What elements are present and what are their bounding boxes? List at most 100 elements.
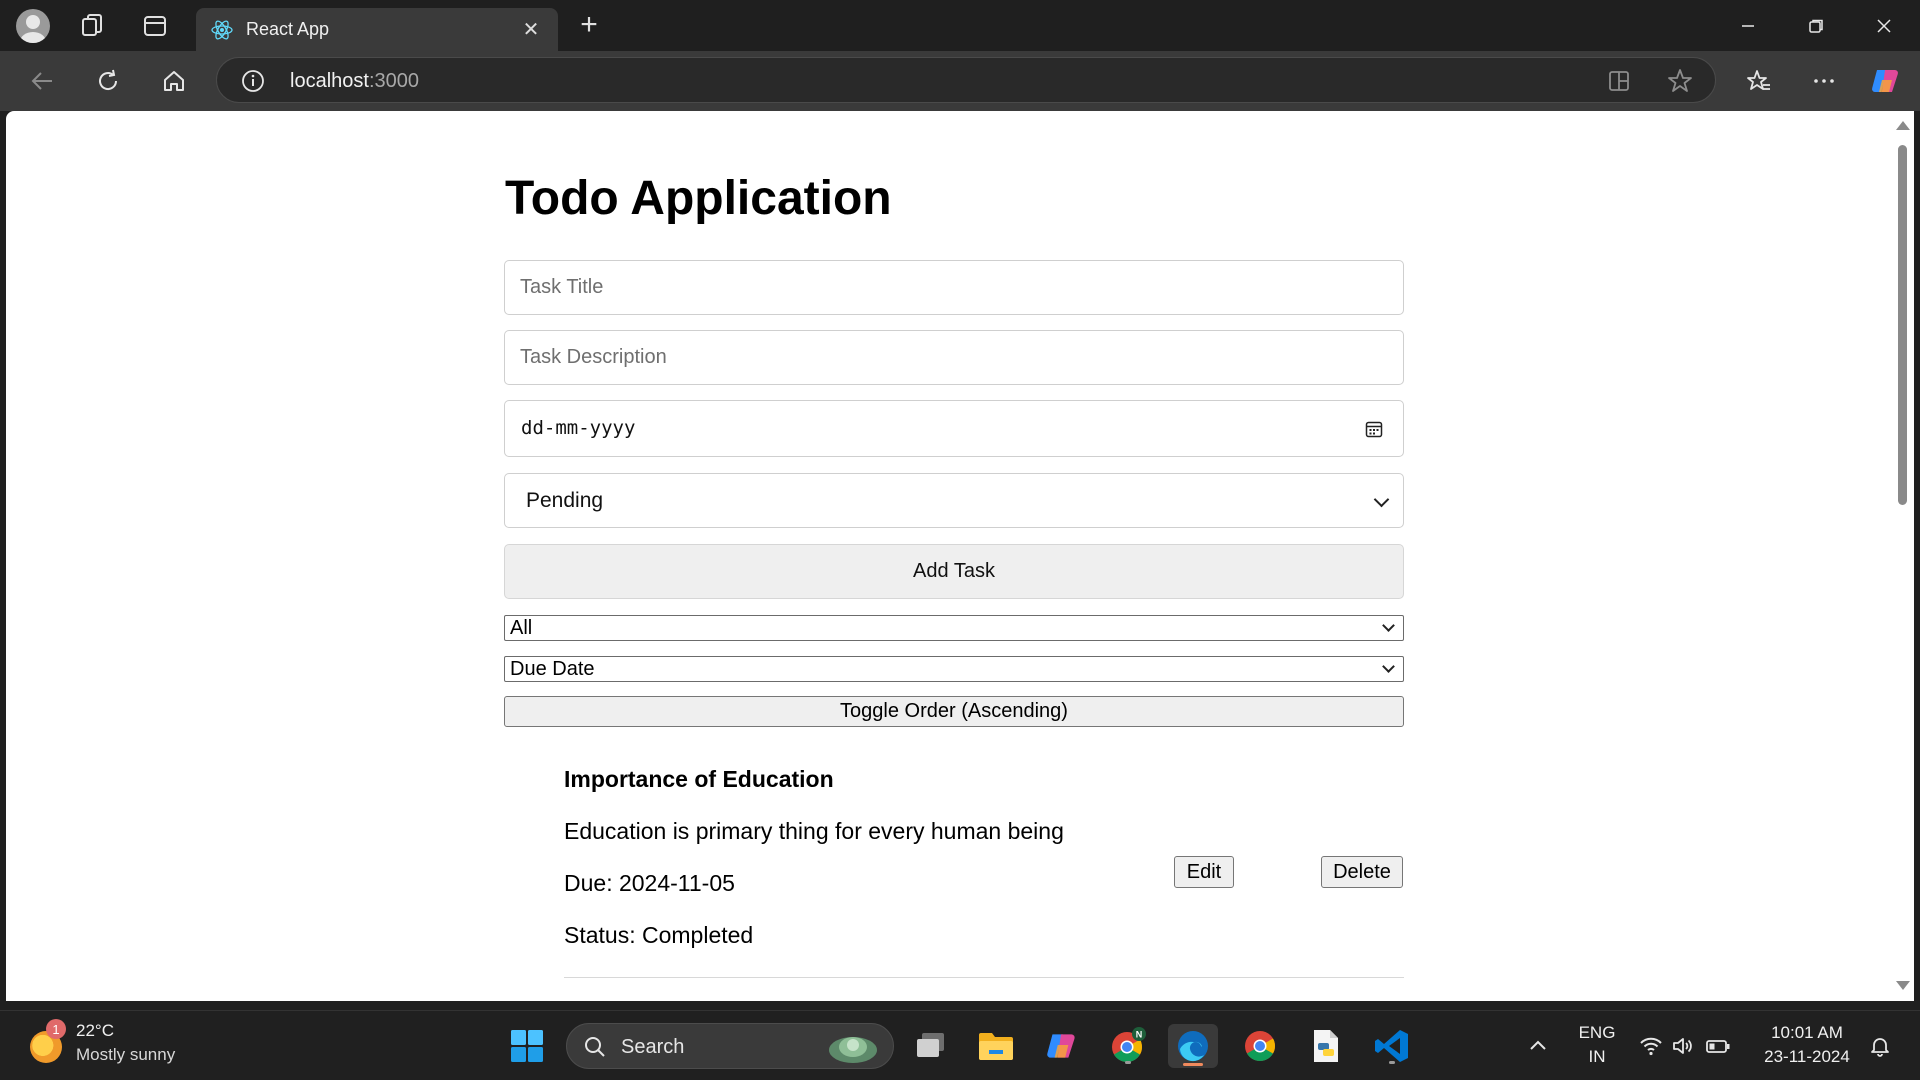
chrome-icon: N (1112, 1027, 1146, 1063)
task-title-input[interactable]: Task Title (504, 260, 1404, 315)
chrome-icon (1245, 1031, 1276, 1062)
due-date-placeholder: dd-mm-yyyy (521, 417, 636, 439)
copilot-icon (1872, 70, 1898, 92)
windows-logo-icon (511, 1030, 543, 1062)
task-description-input[interactable]: Task Description (504, 330, 1404, 385)
favorites-button[interactable] (1735, 57, 1783, 105)
notepad-python-button[interactable] (1304, 1024, 1348, 1068)
profile-button[interactable] (3, 0, 63, 51)
scroll-up-arrow-icon[interactable] (1896, 121, 1910, 130)
task-description: Education is primary thing for every hum… (564, 818, 1064, 844)
status-filter-value: All (510, 617, 533, 639)
file-explorer-button[interactable] (974, 1024, 1018, 1068)
favorites-icon (1747, 70, 1770, 90)
favorite-star-icon[interactable] (1667, 68, 1693, 94)
calendar-icon[interactable] (1365, 420, 1383, 438)
region-code: IN (1588, 1047, 1606, 1066)
address-bar[interactable]: localhost:3000 (216, 57, 1716, 103)
windows-taskbar: 1 22°C Mostly sunny Search N ENG IN 10:0… (0, 1010, 1920, 1080)
chevron-up-icon (1530, 1040, 1546, 1050)
copilot-icon (1047, 1034, 1075, 1058)
refresh-icon (99, 69, 118, 90)
minimize-icon[interactable] (1714, 0, 1782, 51)
copilot-taskbar-button[interactable] (1040, 1024, 1084, 1068)
task-view-button[interactable] (909, 1024, 953, 1068)
chrome-button[interactable] (1238, 1024, 1282, 1068)
status-selected-value: Pending (526, 489, 604, 512)
clock-time: 10:01 AM (1771, 1023, 1843, 1042)
profile-avatar-icon (16, 8, 50, 43)
status-filter-select[interactable]: All (504, 615, 1404, 641)
split-screen-icon[interactable] (1607, 69, 1631, 93)
browser-tab-active[interactable]: React App ✕ (196, 8, 558, 51)
svg-text:N: N (1136, 1030, 1143, 1040)
more-menu-button[interactable] (1800, 57, 1848, 105)
refresh-button[interactable] (84, 57, 132, 105)
succulent-highlight-icon (829, 1037, 877, 1063)
edge-button[interactable] (1168, 1024, 1218, 1068)
running-indicator (1125, 1061, 1131, 1064)
bell-icon (1871, 1038, 1889, 1057)
taskbar-search[interactable]: Search (566, 1023, 894, 1069)
url-host: localhost (290, 70, 369, 92)
page-scrollbar[interactable] (1892, 111, 1914, 1001)
close-window-icon[interactable] (1850, 0, 1918, 51)
start-button[interactable] (505, 1024, 549, 1068)
search-label: Search (621, 1036, 685, 1058)
quick-settings-button[interactable] (1630, 1024, 1740, 1068)
url-port: :3000 (368, 70, 419, 92)
task-status: Status: Completed (564, 922, 754, 948)
scroll-down-arrow-icon[interactable] (1896, 981, 1910, 990)
running-indicator (1389, 1061, 1395, 1064)
site-info-icon[interactable] (241, 69, 265, 93)
chevron-down-icon (1382, 660, 1395, 673)
task-view-icon (917, 1033, 944, 1057)
close-tab-icon[interactable]: ✕ (518, 16, 544, 42)
status-select[interactable]: Pending (504, 473, 1404, 528)
more-dots-icon (1814, 79, 1834, 83)
weather-temperature: 22°C (76, 1021, 114, 1040)
scroll-thumb[interactable] (1898, 145, 1907, 505)
browser-titlebar: React App ✕ + (0, 0, 1920, 51)
task-title-placeholder: Task Title (520, 276, 604, 298)
notifications-button[interactable] (1858, 1024, 1902, 1068)
vscode-icon (1375, 1030, 1408, 1062)
language-code: ENG (1578, 1023, 1616, 1042)
task-description-placeholder: Task Description (520, 346, 667, 368)
home-button[interactable] (150, 57, 198, 105)
url-text: localhost:3000 (290, 70, 419, 93)
back-button[interactable] (18, 57, 66, 105)
search-icon (585, 1037, 605, 1057)
tab-actions-icon (144, 15, 166, 36)
restore-icon[interactable] (1782, 0, 1850, 51)
task-due-date: Due: 2024-11-05 (564, 870, 735, 896)
clock-date: 23-11-2024 (1764, 1047, 1850, 1066)
active-app-indicator (1183, 1063, 1203, 1066)
back-arrow-icon (31, 72, 52, 90)
python-file-icon (1314, 1030, 1338, 1062)
sort-by-select[interactable]: Due Date (504, 656, 1404, 682)
due-date-input[interactable]: dd-mm-yyyy (504, 400, 1404, 457)
react-logo-icon (211, 20, 233, 40)
weather-notification-badge: 1 (46, 1019, 66, 1039)
chrome-profile-button[interactable]: N (1106, 1024, 1150, 1068)
new-tab-icon[interactable]: + (572, 8, 606, 42)
home-icon (164, 71, 184, 91)
battery-icon (1706, 1040, 1730, 1053)
delete-task-button[interactable]: Delete (1321, 856, 1403, 888)
weather-description: Mostly sunny (76, 1045, 176, 1064)
task-divider (564, 977, 1404, 978)
copilot-button[interactable] (1862, 57, 1910, 105)
wifi-icon (1640, 1037, 1662, 1056)
workspaces-button[interactable] (63, 0, 123, 51)
toggle-order-button[interactable]: Toggle Order (Ascending) (504, 696, 1404, 727)
sort-by-value: Due Date (510, 658, 595, 680)
tab-actions-button[interactable] (125, 0, 185, 51)
page-viewport: Todo Application Task Title Task Descrip… (6, 111, 1892, 1001)
edit-task-button[interactable]: Edit (1174, 856, 1234, 888)
show-hidden-icons-button[interactable] (1516, 1024, 1560, 1068)
vscode-button[interactable] (1370, 1024, 1414, 1068)
browser-toolbar: localhost:3000 (0, 51, 1920, 111)
add-task-button[interactable]: Add Task (504, 544, 1404, 599)
page-title: Todo Application (505, 172, 892, 225)
